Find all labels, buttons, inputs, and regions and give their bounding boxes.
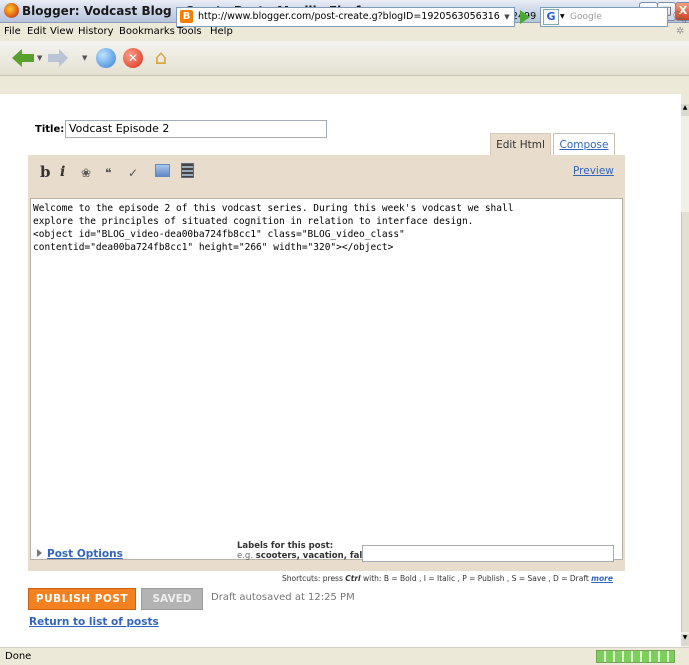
search-input[interactable]: G ▼ Google: [540, 7, 668, 27]
bookmarks-strip: [0, 76, 689, 93]
back-arrow-icon[interactable]: [12, 49, 34, 67]
title-label: Title:: [35, 124, 65, 135]
text-color-icon[interactable]: ❀: [81, 166, 91, 180]
forward-arrow-icon[interactable]: [48, 49, 68, 67]
menu-view[interactable]: View: [50, 26, 74, 37]
insert-video-icon[interactable]: [181, 163, 194, 178]
url-text: http://www.blogger.com/post-create.g?blo…: [198, 11, 537, 22]
menu-help[interactable]: Help: [210, 26, 233, 37]
status-bar: [0, 647, 689, 665]
throbber-icon: ✲: [676, 26, 685, 37]
scroll-down-icon[interactable]: ▼: [681, 634, 689, 646]
scroll-up-icon[interactable]: ▲: [681, 104, 689, 116]
insert-image-icon[interactable]: [155, 164, 170, 177]
forward-dropdown-icon[interactable]: ▼: [82, 54, 87, 62]
google-engine-icon[interactable]: G: [543, 9, 559, 25]
status-text: Done: [5, 651, 32, 662]
go-arrow-icon[interactable]: [520, 10, 530, 24]
expand-arrow-icon[interactable]: [37, 549, 42, 557]
spellcheck-icon[interactable]: ✓: [128, 166, 138, 180]
url-history-dropdown-icon[interactable]: ▼: [500, 7, 515, 27]
menu-history[interactable]: History: [78, 26, 114, 37]
bold-icon[interactable]: b: [40, 163, 51, 181]
post-options-link[interactable]: Post Options: [47, 548, 123, 560]
labels-title: Labels for this post:: [237, 541, 334, 551]
preview-link[interactable]: Preview: [573, 165, 614, 177]
tab-edit-html[interactable]: Edit Html: [490, 133, 551, 156]
menu-edit[interactable]: Edit: [27, 26, 46, 37]
address-bar[interactable]: B http://www.blogger.com/post-create.g?b…: [176, 7, 536, 27]
blockquote-icon[interactable]: ❝: [105, 166, 111, 180]
labels-input[interactable]: [362, 545, 614, 562]
menu-file[interactable]: File: [4, 26, 21, 37]
labels-hint-prefix: e.g.: [237, 551, 256, 561]
back-dropdown-icon[interactable]: ▼: [37, 54, 42, 62]
security-meter-icon: [596, 650, 675, 663]
shortcuts-body: with: B = Bold , I = Italic , P = Publis…: [360, 574, 592, 583]
scroll-thumb[interactable]: [681, 212, 689, 632]
navigation-toolbar: ▼ ▼ ✕ ⌂: [0, 41, 689, 76]
return-to-posts-link[interactable]: Return to list of posts: [29, 616, 159, 628]
stop-icon[interactable]: ✕: [123, 48, 143, 68]
shortcuts-more-link[interactable]: more: [591, 574, 613, 583]
italic-icon[interactable]: i: [60, 164, 65, 180]
labels-hint: e.g. scooters, vacation, fall: [237, 551, 365, 561]
shortcuts-key: Ctrl: [345, 574, 361, 583]
firefox-icon: [4, 3, 19, 18]
publish-post-button[interactable]: PUBLISH POST: [28, 588, 136, 610]
search-placeholder: Google: [570, 12, 602, 22]
shortcuts-hint: Shortcuts: press Ctrl with: B = Bold , I…: [282, 574, 613, 583]
tab-compose[interactable]: Compose: [553, 133, 615, 157]
post-title-input[interactable]: Vodcast Episode 2: [65, 120, 327, 138]
menu-tools[interactable]: Tools: [177, 26, 202, 37]
shortcuts-prefix: Shortcuts: press: [282, 574, 346, 583]
post-body-text: Welcome to the episode 2 of this vodcast…: [33, 203, 514, 253]
autosave-status: Draft autosaved at 12:25 PM: [211, 592, 355, 603]
vertical-scrollbar[interactable]: ▲ ▼: [681, 104, 689, 647]
home-icon[interactable]: ⌂: [150, 47, 172, 67]
search-icon[interactable]: 🔍︎: [672, 10, 687, 24]
formatting-toolbar: [28, 155, 625, 195]
saved-button[interactable]: SAVED: [141, 588, 203, 610]
labels-hint-examples: scooters, vacation, fall: [255, 551, 366, 561]
blogger-favicon-icon: B: [180, 10, 193, 23]
menu-bookmarks[interactable]: Bookmarks: [119, 26, 175, 37]
reload-icon[interactable]: [96, 48, 116, 68]
engine-dropdown-icon[interactable]: ▼: [560, 13, 565, 20]
